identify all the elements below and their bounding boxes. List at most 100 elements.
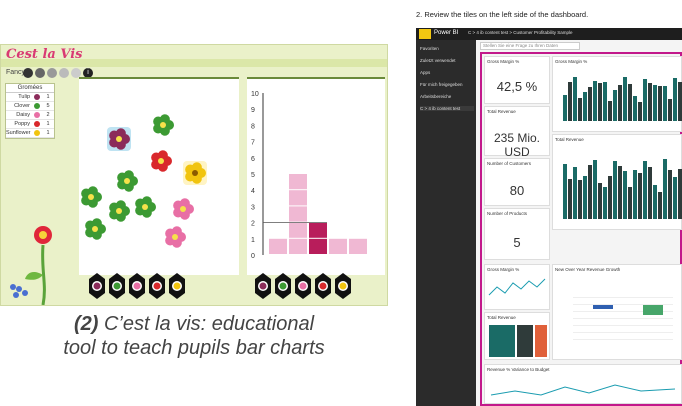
flower-tile-sunflower[interactable] (183, 161, 207, 185)
nav-item-workspaces[interactable]: Arbeitsbereiche (420, 94, 474, 99)
flower-icon (32, 111, 42, 119)
top-band (1, 59, 387, 67)
brand-title: Power BI (434, 30, 459, 36)
pbi-bar (643, 79, 647, 121)
pbi-bar (563, 95, 567, 121)
pbi-bar (623, 171, 627, 219)
qa-search-input[interactable]: Stellen Sie eine Frage zu Ihren Daten (480, 42, 580, 50)
nav-item-shared[interactable]: Für mich freigegeben (420, 82, 474, 87)
flower-bin-clover[interactable] (109, 273, 125, 299)
bar-block-clover[interactable] (289, 222, 307, 238)
pbi-bar (663, 86, 667, 121)
flower-tile-clover[interactable] (151, 113, 175, 137)
flower-bin-daisy[interactable] (295, 273, 311, 299)
pbi-bar (673, 177, 677, 219)
caption-line1: C’est la vis: educational (98, 313, 315, 335)
matrix-highlight (643, 305, 663, 315)
flower-tile-clover[interactable] (115, 169, 139, 193)
bar-block-clover[interactable] (289, 206, 307, 222)
pbi-bar (603, 82, 607, 121)
nav-item-apps[interactable]: Apps (420, 70, 474, 75)
flower-bin-sunflower[interactable] (335, 273, 351, 299)
flower-count: 5 (46, 103, 50, 109)
tile-label: New Over Year Revenue Growth (555, 267, 621, 272)
y-tick-label: 2 (251, 221, 255, 228)
flower-icon (32, 102, 42, 110)
pbi-bar (623, 77, 627, 121)
app-launcher-icon[interactable] (419, 29, 431, 39)
bar-block-sunflower[interactable] (349, 238, 367, 254)
tile-gross-margin-chart[interactable]: Gross Margin % (552, 56, 682, 132)
table-header: Gromées (6, 84, 54, 93)
tile-total-revenue[interactable]: Total Revenue 235 Mio. USD (484, 106, 550, 159)
y-tick-label: 8 (251, 123, 255, 130)
pbi-bar (668, 170, 672, 219)
bar-block-daisy[interactable] (309, 238, 327, 254)
pbi-bar (618, 85, 622, 121)
bar-block-clover[interactable] (289, 238, 307, 254)
tile-revenue-growth-table[interactable]: New Over Year Revenue Growth (552, 264, 682, 360)
dashboard-tiles: Gross Margin % 42,5 % Total Revenue 235 … (480, 52, 682, 406)
flower-icon (32, 120, 42, 128)
tile-revenue-treemap[interactable]: Total Revenue (484, 312, 550, 360)
flower-canvas[interactable] (79, 77, 239, 275)
tile-gross-margin[interactable]: Gross Margin % 42,5 % (484, 56, 550, 104)
treemap-block (517, 325, 533, 357)
pbi-bar (638, 102, 642, 121)
bar-chart-panel[interactable]: 10 9 8 7 6 5 4 3 2 1 0 (247, 77, 385, 275)
flower-bin-poppy[interactable] (149, 273, 165, 299)
tile-label: Gross Margin % (487, 267, 520, 272)
tile-gross-margin-line[interactable]: Gross Margin % (484, 264, 550, 310)
tile-number-products[interactable]: Number of Products 5 (484, 208, 550, 260)
pbi-bar (613, 161, 617, 219)
tile-number-customers[interactable]: Number of Customers 80 (484, 158, 550, 206)
flower-tile-clover[interactable] (133, 195, 157, 219)
color-circle[interactable] (59, 68, 69, 78)
pbi-bar (673, 78, 677, 121)
nav-item-recent[interactable]: Zuletzt verwendet (420, 58, 474, 63)
flower-tile-daisy[interactable] (171, 197, 195, 221)
bar-block-poppy[interactable] (329, 238, 347, 254)
flower-bin-clover[interactable] (275, 273, 291, 299)
flower-bin-tulip[interactable] (89, 273, 105, 299)
nav-item-current-workspace[interactable]: C > 4 ib content test (420, 106, 474, 111)
flower-tile-daisy[interactable] (163, 225, 187, 249)
tile-variance-line[interactable]: Revenue % Variance to Budget (484, 364, 682, 404)
color-circle[interactable] (47, 68, 57, 78)
bar-block-daisy[interactable] (309, 222, 327, 238)
bar-block-clover[interactable] (289, 190, 307, 206)
y-tick-label: 3 (251, 204, 255, 211)
pbi-bar (658, 192, 662, 219)
nav-item-favorites[interactable]: Favoriten (420, 46, 474, 51)
kpi-value: 235 Mio. USD (493, 131, 541, 159)
pbi-bar (613, 90, 617, 121)
pbi-bar (593, 160, 597, 219)
table-row: Daisy 2 (6, 111, 54, 120)
flower-bin-poppy[interactable] (315, 273, 331, 299)
pbi-bar (653, 185, 657, 219)
flower-tile-clover[interactable] (83, 217, 107, 241)
y-tick-label: 7 (251, 140, 255, 147)
flower-name: Tulip (18, 94, 30, 100)
flower-tile-clover[interactable] (79, 185, 103, 209)
pbi-bar (583, 176, 587, 219)
bar-block-clover[interactable] (289, 174, 307, 190)
flower-bin-daisy[interactable] (129, 273, 145, 299)
flower-icon (32, 93, 42, 101)
treemap-block (535, 325, 547, 357)
flower-name: Sunflower (6, 130, 31, 136)
flower-count: 1 (46, 94, 50, 100)
tile-total-revenue-chart[interactable]: Total Revenue (552, 134, 682, 230)
bar-block-tulip[interactable] (269, 238, 287, 254)
color-circle[interactable] (23, 68, 33, 78)
color-circle[interactable] (35, 68, 45, 78)
flower-count: 1 (46, 121, 50, 127)
flower-tile-clover[interactable] (107, 199, 131, 223)
breadcrumb[interactable]: C > 4 ib content test > Customer Profita… (468, 30, 573, 35)
flower-tile-poppy[interactable] (149, 149, 173, 173)
flower-tile-tulip[interactable] (107, 127, 131, 151)
pbi-bar (668, 99, 672, 121)
kpi-value: 5 (513, 235, 521, 250)
flower-bin-sunflower[interactable] (169, 273, 185, 299)
flower-bin-tulip[interactable] (255, 273, 271, 299)
